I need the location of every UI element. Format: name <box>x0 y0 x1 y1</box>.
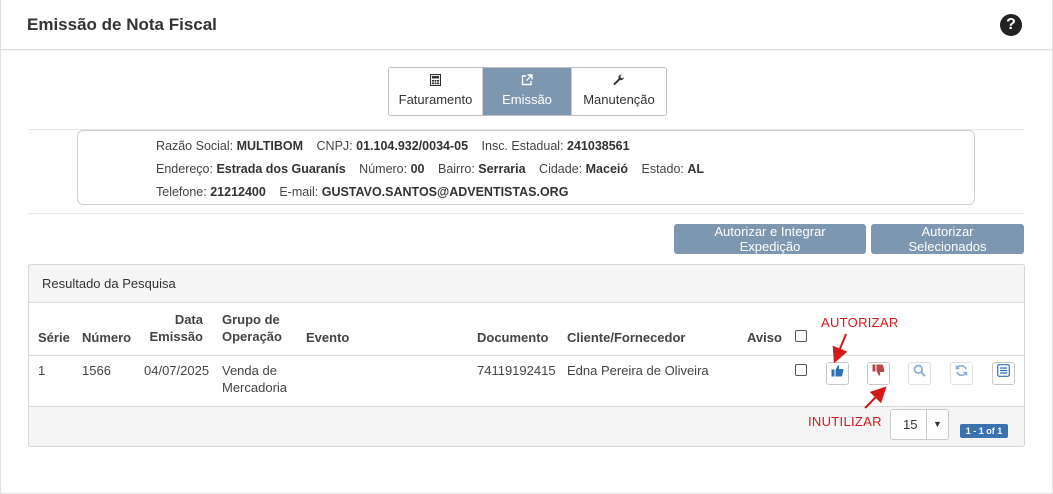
arrow-to-invalidate <box>864 386 887 409</box>
page-size-value: 15 <box>903 417 918 432</box>
page-size-select[interactable]: 15 ▼ <box>890 409 949 440</box>
page: Emissão de Nota Fiscal ? Faturamento Emi… <box>0 0 1053 494</box>
caret-down-icon: ▼ <box>926 410 948 439</box>
arrow-to-authorize <box>832 333 848 364</box>
pagination-range-badge: 1 - 1 of 1 <box>960 424 1008 438</box>
